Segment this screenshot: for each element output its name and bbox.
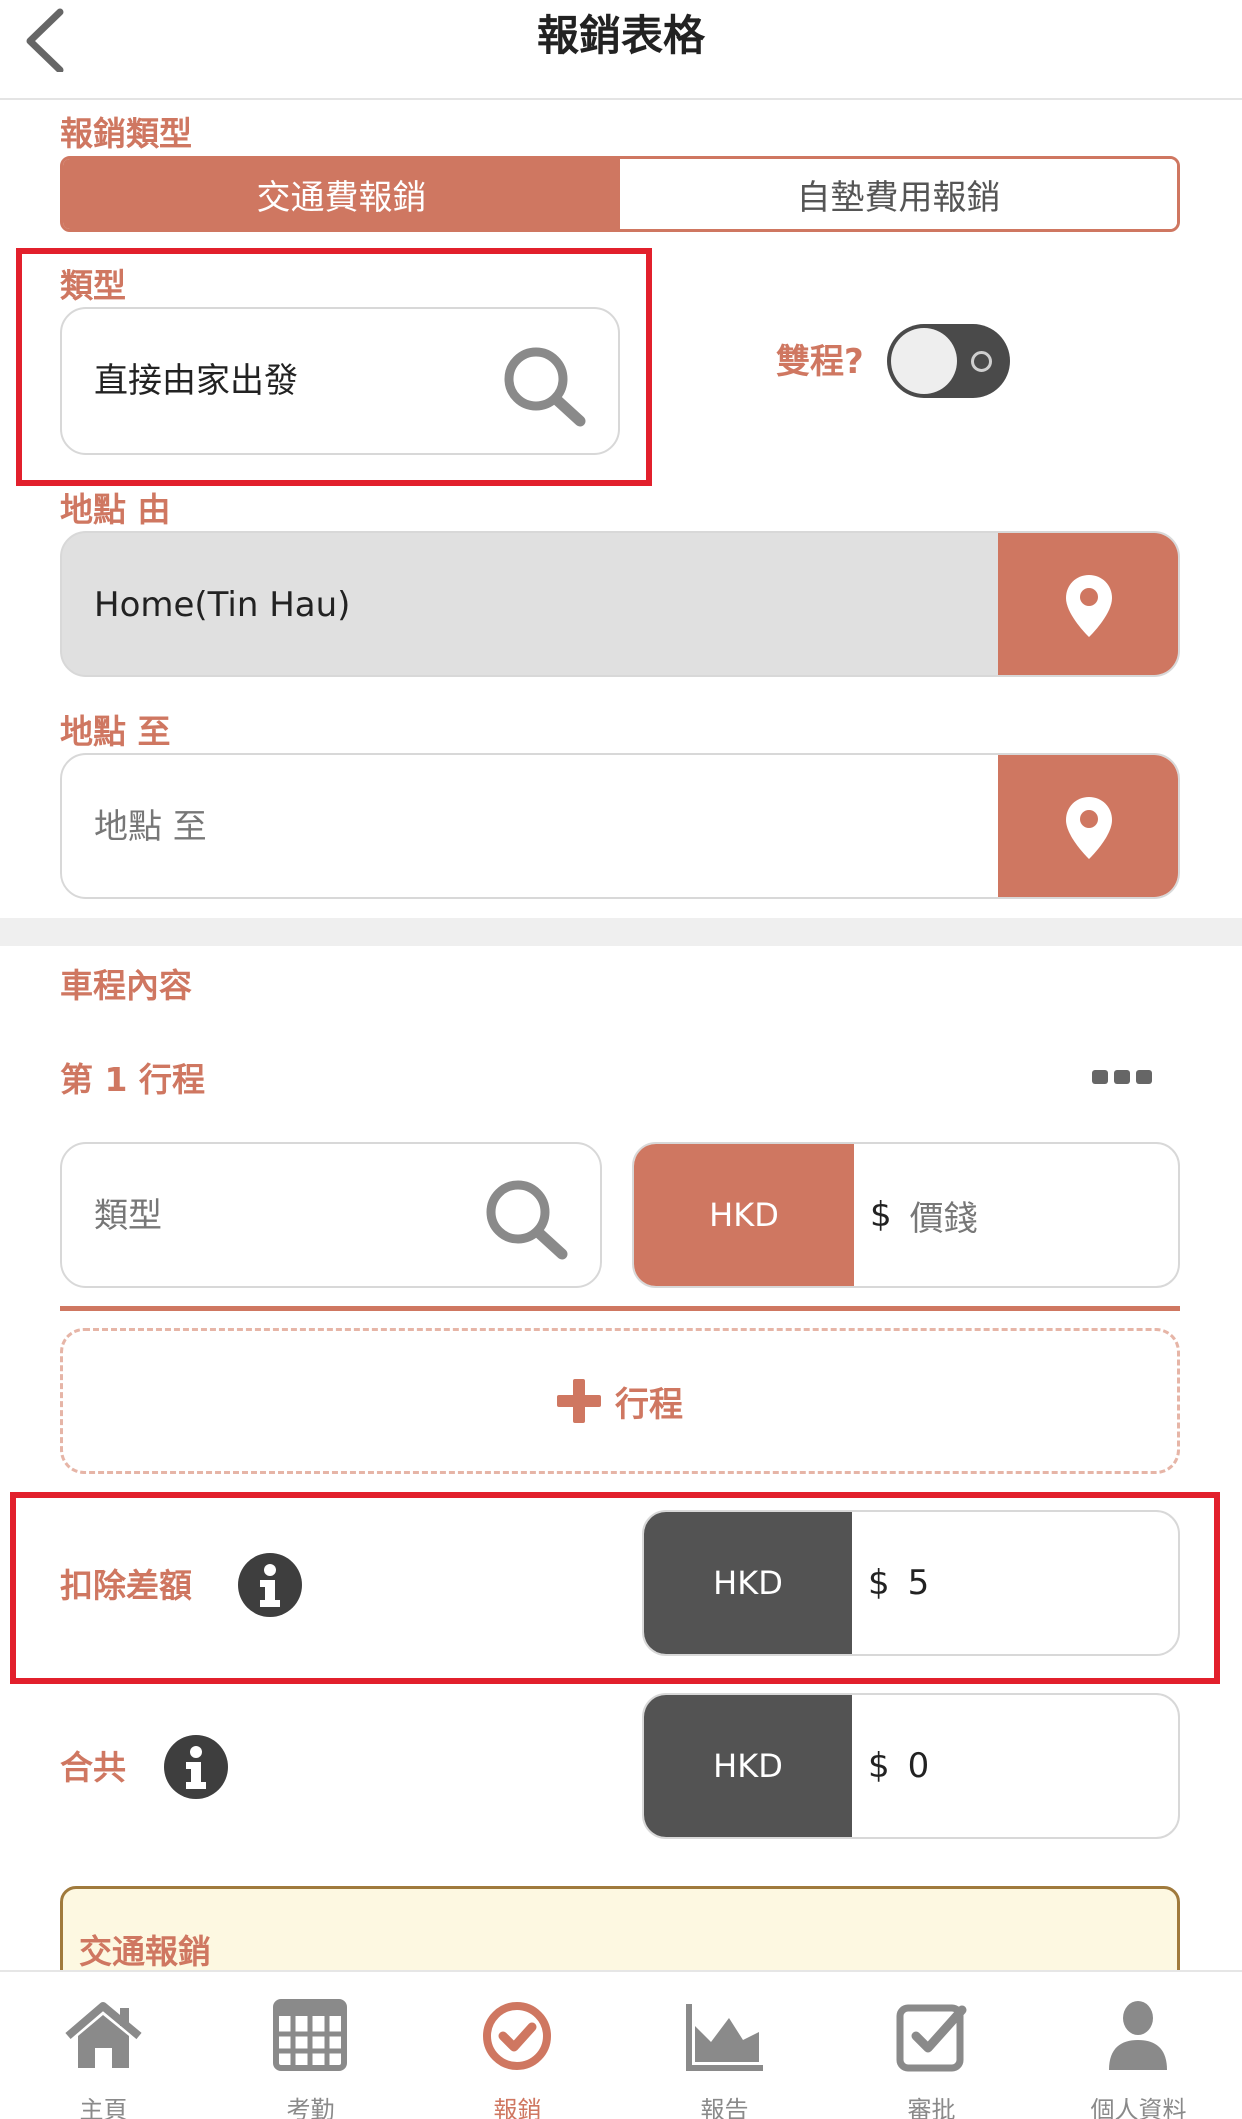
type-select-field[interactable]: 直接由家出發: [60, 307, 620, 455]
to-location-label: 地點 至: [60, 712, 171, 751]
navigation-bar: 報銷表格: [0, 0, 1242, 100]
add-trip-button[interactable]: 行程: [60, 1328, 1180, 1474]
total-label: 合共: [60, 1748, 126, 1787]
toggle-knob: [891, 328, 957, 394]
tab-attendance[interactable]: 考勤: [207, 1972, 414, 2119]
deduction-label: 扣除差額: [60, 1566, 192, 1605]
tab-profile[interactable]: 個人資料: [1035, 1972, 1242, 2119]
section-divider: [0, 918, 1242, 946]
add-trip-label: 行程: [615, 1384, 683, 1425]
info-icon[interactable]: [164, 1735, 228, 1799]
total-value: 0: [907, 1746, 930, 1786]
tab-report[interactable]: 報告: [621, 1972, 828, 2119]
check-circle-icon: [474, 1996, 561, 2076]
deduction-value: 5: [907, 1563, 930, 1603]
tab-label: 個人資料: [1090, 2096, 1187, 2119]
type-value: 直接由家出發: [94, 361, 298, 401]
from-location-pin-button[interactable]: [998, 533, 1178, 675]
trip-separator: [60, 1306, 1180, 1311]
to-location-pin-button[interactable]: [998, 755, 1178, 897]
map-pin-icon: [1064, 573, 1114, 639]
price-placeholder: 價錢: [909, 1198, 978, 1239]
map-pin-icon: [1064, 795, 1114, 861]
trip-section-title: 車程內容: [60, 966, 192, 1005]
notice-title: 交通報銷: [79, 1932, 211, 1971]
tab-label: 考勤: [286, 2096, 335, 2119]
from-location-value: Home(Tin Hau): [94, 585, 351, 625]
search-icon[interactable]: [500, 343, 590, 429]
tab-label: 主頁: [79, 2096, 128, 2119]
area-chart-icon: [681, 1996, 768, 2076]
segment-transport-claim[interactable]: 交通費報銷: [63, 159, 620, 229]
segment-expense-claim[interactable]: 自墊費用報銷: [620, 159, 1177, 229]
deduction-amount-field[interactable]: HKD $ 5: [642, 1510, 1180, 1656]
claim-type-segmented-control: 交通費報銷 自墊費用報銷: [60, 156, 1180, 232]
trip-type-placeholder: 類型: [94, 1196, 162, 1236]
home-icon: [60, 1996, 147, 2076]
more-options-icon[interactable]: [1092, 1066, 1152, 1090]
to-location-placeholder: 地點 至: [94, 807, 207, 847]
trip-type-field[interactable]: 類型: [60, 1142, 602, 1288]
currency-symbol: $: [870, 1195, 892, 1235]
page-title: 報銷表格: [536, 11, 705, 60]
bottom-tab-bar: 主頁 考勤 報銷 報告 審批 個人資料: [0, 1970, 1242, 2119]
currency-tag: HKD: [634, 1144, 854, 1286]
toggle-off-indicator-icon: [971, 351, 992, 372]
currency-tag: HKD: [644, 1695, 852, 1837]
currency-tag: HKD: [644, 1512, 852, 1654]
type-label: 類型: [60, 266, 126, 305]
currency-symbol: $: [868, 1746, 890, 1786]
currency-symbol: $: [868, 1563, 890, 1603]
tab-claims[interactable]: 報銷: [414, 1972, 621, 2119]
round-trip-toggle[interactable]: [887, 324, 1010, 398]
claim-type-label: 報銷類型: [60, 114, 192, 153]
user-icon: [1095, 1996, 1182, 2076]
trip-title: 第 1 行程: [60, 1060, 205, 1099]
search-icon[interactable]: [482, 1176, 572, 1262]
to-location-field[interactable]: 地點 至: [60, 753, 1180, 899]
tab-home[interactable]: 主頁: [0, 1972, 207, 2119]
plus-icon: [557, 1379, 601, 1423]
total-amount-field: HKD $ 0: [642, 1693, 1180, 1839]
from-location-label: 地點 由: [60, 490, 171, 529]
tab-approval[interactable]: 審批: [828, 1972, 1035, 2119]
from-location-field[interactable]: Home(Tin Hau): [60, 531, 1180, 677]
tab-label: 審批: [907, 2096, 956, 2119]
checkbox-icon: [888, 1996, 975, 2076]
info-icon[interactable]: [238, 1553, 302, 1617]
round-trip-label: 雙程?: [776, 342, 864, 382]
trip-price-field[interactable]: HKD $ 價錢: [632, 1142, 1180, 1288]
calendar-grid-icon: [267, 1996, 354, 2076]
tab-label: 報銷: [493, 2096, 542, 2119]
tab-label: 報告: [700, 2096, 749, 2119]
